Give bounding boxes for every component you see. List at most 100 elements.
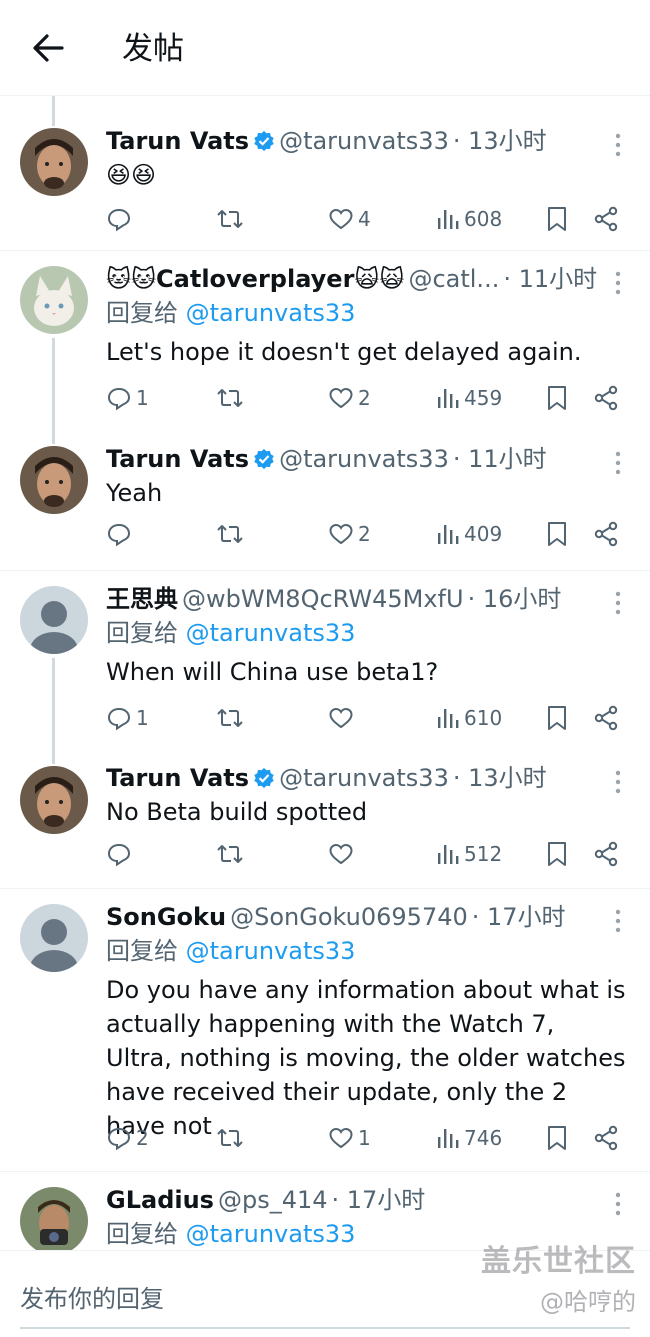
mention-link[interactable]: @tarunvats33 — [186, 1220, 356, 1248]
views-count: 409 — [464, 522, 503, 546]
author-handle[interactable]: @catl... — [408, 265, 499, 293]
tweet-item[interactable]: SonGoku @SonGoku0695740 · 17小时 回复给 @tarunv… — [0, 889, 650, 1172]
tweet-item[interactable]: 王思典 @wbWM8QcRW45MxfU · 16小时 回复给 @tarunvats… — [0, 571, 650, 759]
tweet-text: Yeah — [106, 479, 163, 507]
bookmark-button[interactable] — [546, 381, 568, 415]
author-handle[interactable]: @wbWM8QcRW45MxfU — [182, 585, 464, 613]
reply-icon — [106, 385, 132, 411]
avatar[interactable] — [20, 766, 88, 834]
author-handle[interactable]: @tarunvats33 — [279, 764, 449, 792]
share-button[interactable] — [594, 517, 618, 551]
avatar[interactable] — [20, 128, 88, 196]
retweet-button[interactable] — [216, 837, 248, 871]
back-arrow-icon[interactable] — [28, 28, 68, 68]
tweet-item[interactable]: Tarun Vats @tarunvats33 · 13小时 😆😆 4 608 — [0, 96, 650, 251]
heart-icon — [328, 521, 354, 547]
bookmark-button[interactable] — [546, 1121, 568, 1155]
reply-input[interactable]: 发布你的回复 — [20, 1279, 164, 1314]
more-options-icon[interactable] — [614, 1191, 622, 1217]
views-count: 459 — [464, 386, 503, 410]
views-button[interactable]: 746 — [436, 1121, 502, 1155]
mention-link[interactable]: @tarunvats33 — [186, 299, 356, 327]
author-name[interactable]: Tarun Vats — [106, 127, 249, 155]
author-name[interactable]: SonGoku — [106, 903, 226, 931]
reply-icon — [106, 1125, 132, 1151]
bookmark-icon — [546, 385, 568, 411]
reply-count: 1 — [136, 706, 149, 730]
tweet-item[interactable]: 🐱🐱Catloverplayer🙀🙀 @catl... · 11小时 回复给 @ta… — [0, 251, 650, 439]
author-name[interactable]: Tarun Vats — [106, 445, 249, 473]
retweet-button[interactable] — [216, 1121, 248, 1155]
author-handle[interactable]: @SonGoku0695740 — [230, 903, 468, 931]
share-button[interactable] — [594, 202, 618, 236]
bookmark-button[interactable] — [546, 202, 568, 236]
author-name[interactable]: 🐱🐱Catloverplayer🙀🙀 — [106, 265, 404, 293]
like-button[interactable] — [328, 701, 358, 735]
heart-icon — [328, 1125, 354, 1151]
reply-button[interactable] — [106, 837, 136, 871]
bookmark-button[interactable] — [546, 837, 568, 871]
bookmark-button[interactable] — [546, 517, 568, 551]
views-button[interactable]: 608 — [436, 202, 502, 236]
reply-button[interactable] — [106, 202, 136, 236]
like-button[interactable]: 2 — [328, 517, 371, 551]
like-button[interactable]: 2 — [328, 381, 371, 415]
author-handle[interactable]: @ps_414 — [218, 1186, 328, 1214]
more-options-icon[interactable] — [614, 590, 622, 616]
share-button[interactable] — [594, 701, 618, 735]
avatar[interactable] — [20, 446, 88, 514]
replying-to-label: 回复给 — [106, 619, 178, 647]
views-button[interactable]: 610 — [436, 701, 502, 735]
tweet-actions: 1 610 — [106, 701, 626, 735]
avatar[interactable] — [20, 1187, 88, 1250]
more-options-icon[interactable] — [614, 450, 622, 476]
views-button[interactable]: 409 — [436, 517, 502, 551]
share-button[interactable] — [594, 381, 618, 415]
share-button[interactable] — [594, 837, 618, 871]
like-button[interactable]: 4 — [328, 202, 371, 236]
author-name[interactable]: 王思典 — [106, 585, 178, 613]
avatar[interactable] — [20, 266, 88, 334]
more-options-icon[interactable] — [614, 270, 622, 296]
mention-link[interactable]: @tarunvats33 — [186, 619, 356, 647]
retweet-button[interactable] — [216, 517, 248, 551]
avatar[interactable] — [20, 586, 88, 654]
heart-icon — [328, 385, 354, 411]
verified-badge-icon — [253, 445, 275, 479]
reply-button[interactable]: 2 — [106, 1121, 149, 1155]
analytics-icon — [436, 705, 460, 731]
views-button[interactable]: 512 — [436, 837, 502, 871]
author-handle[interactable]: @tarunvats33 — [279, 445, 449, 473]
views-button[interactable]: 459 — [436, 381, 502, 415]
more-options-icon[interactable] — [614, 132, 622, 158]
heart-icon — [328, 705, 354, 731]
reply-button[interactable]: 1 — [106, 381, 149, 415]
tweet-item[interactable]: Tarun Vats @tarunvats33 · 11小时 Yeah 2 409 — [0, 439, 650, 571]
bookmark-button[interactable] — [546, 701, 568, 735]
author-handle[interactable]: @tarunvats33 — [279, 127, 449, 155]
reply-feed[interactable]: Tarun Vats @tarunvats33 · 13小时 😆😆 4 608 🐱🐱… — [0, 96, 650, 1250]
post-time: · 13小时 — [452, 127, 547, 155]
avatar[interactable] — [20, 904, 88, 972]
replying-to: 回复给 @tarunvats33 — [106, 296, 355, 330]
retweet-icon — [216, 385, 244, 411]
author-name[interactable]: GLadius — [106, 1186, 214, 1214]
like-button[interactable] — [328, 837, 358, 871]
reply-button[interactable]: 1 — [106, 701, 149, 735]
mention-link[interactable]: @tarunvats33 — [186, 937, 356, 965]
reply-button[interactable] — [106, 517, 136, 551]
retweet-icon — [216, 841, 244, 867]
author-name[interactable]: Tarun Vats — [106, 764, 249, 792]
retweet-button[interactable] — [216, 701, 248, 735]
more-options-icon[interactable] — [614, 908, 622, 934]
retweet-button[interactable] — [216, 202, 248, 236]
share-button[interactable] — [594, 1121, 618, 1155]
views-count: 512 — [464, 842, 503, 866]
like-button[interactable]: 1 — [328, 1121, 371, 1155]
tweet-item[interactable]: Tarun Vats @tarunvats33 · 13小时 No Beta bui… — [0, 759, 650, 889]
more-options-icon[interactable] — [614, 769, 622, 795]
post-time: · 17小时 — [471, 903, 566, 931]
watermark-brand: 盖乐世社区 — [481, 1244, 636, 1279]
views-count: 746 — [464, 1126, 503, 1150]
retweet-button[interactable] — [216, 381, 248, 415]
